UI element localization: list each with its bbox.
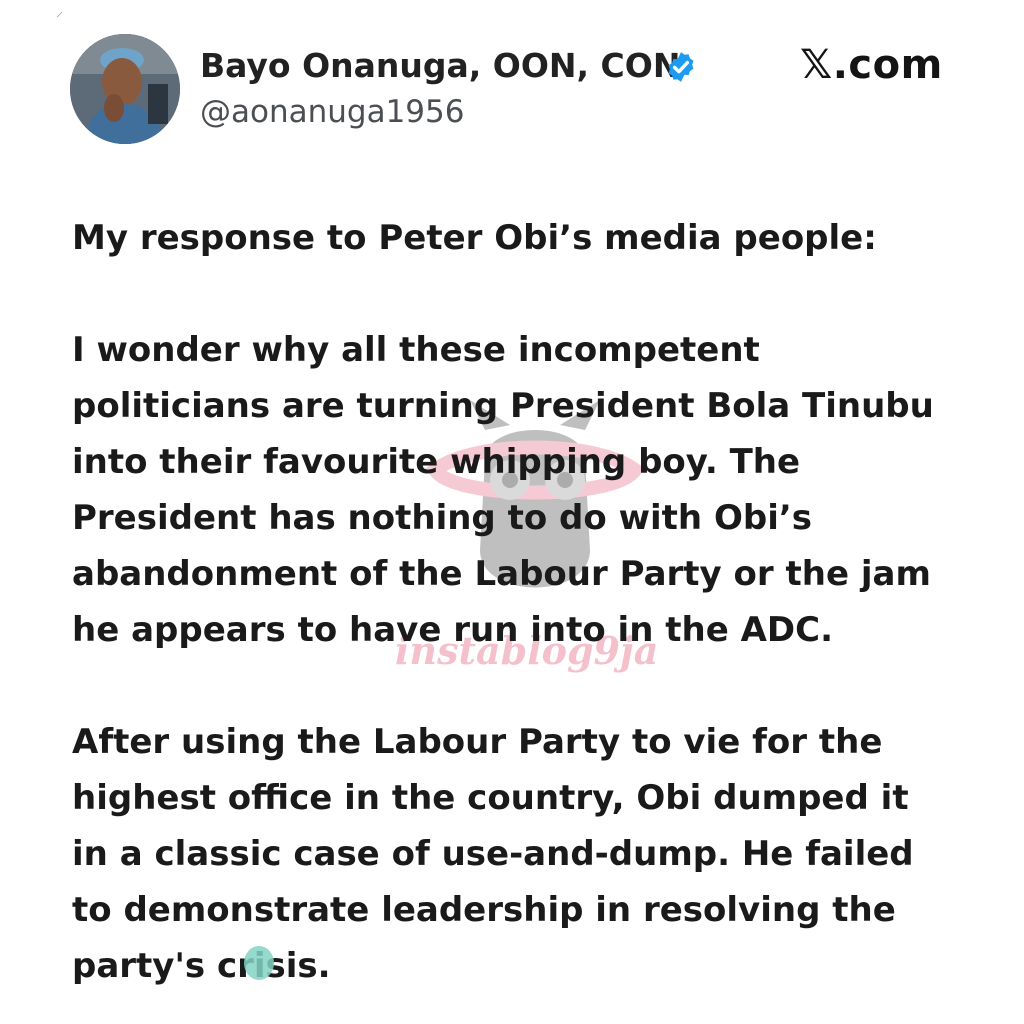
post-paragraph: I wonder why all these incompetent polit…: [72, 330, 934, 650]
avatar-image: [70, 34, 180, 144]
author-name[interactable]: Bayo Onanuga, OON, CON: [200, 46, 680, 85]
brand-label: 𝕏.com: [800, 42, 943, 88]
post-screenshot: ⸍ Bayo Onanuga, OON, CON @aonanuga1956 𝕏…: [0, 0, 1024, 1024]
post-paragraph: My response to Peter Obi’s media people:: [72, 218, 877, 258]
avatar[interactable]: [70, 34, 180, 144]
post-body: My response to Peter Obi’s media people:…: [72, 210, 972, 1024]
corner-mark: ⸍: [56, 10, 63, 26]
redaction-mark: [244, 946, 274, 980]
author-handle[interactable]: @aonanuga1956: [200, 94, 464, 130]
post-paragraph: After using the Labour Party to vie for …: [72, 722, 914, 986]
verified-badge-icon: [664, 50, 698, 84]
